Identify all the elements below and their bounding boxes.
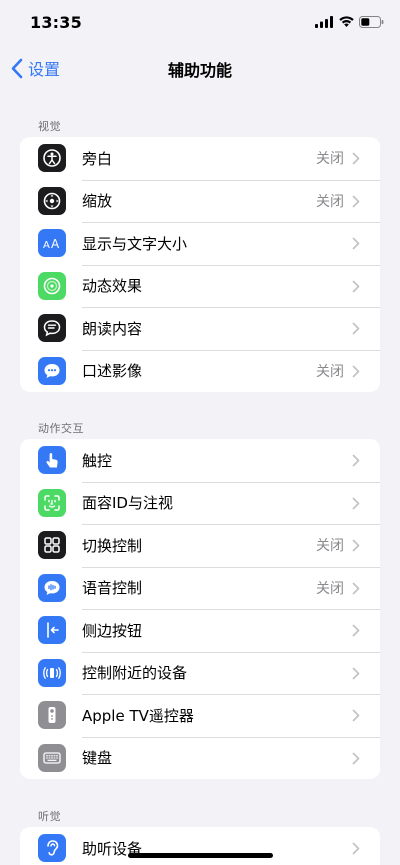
switch-control-icon — [38, 531, 66, 559]
row-touch[interactable]: 触控 — [20, 439, 380, 482]
wifi-icon — [339, 16, 354, 27]
settings-group-vision: 旁白 关闭 缩放 关闭 AA 显示与文字大小 动态效果 朗读内容 口述影像 关闭 — [20, 137, 380, 392]
cellular-signal-icon — [315, 16, 333, 28]
section-header-hearing: 听觉 — [38, 810, 61, 823]
nearby-devices-icon — [38, 658, 66, 687]
battery-icon — [359, 16, 384, 28]
row-value: 关闭 — [316, 151, 344, 168]
row-label: 口述影像 — [82, 362, 143, 381]
section-header-vision: 视觉 — [38, 120, 61, 133]
chevron-right-icon — [352, 842, 360, 855]
row-control-nearby-devices[interactable]: 控制附近的设备 — [20, 651, 380, 695]
row-voice-control[interactable]: 语音控制 关闭 — [20, 566, 380, 610]
svg-text:A: A — [43, 240, 50, 251]
row-label: 语音控制 — [82, 579, 143, 598]
keyboard-icon — [38, 743, 66, 772]
chevron-right-icon — [352, 280, 360, 292]
face-id-icon — [38, 488, 66, 517]
chevron-right-icon — [352, 195, 360, 207]
row-zoom[interactable]: 缩放 关闭 — [20, 179, 380, 223]
home-indicator[interactable] — [128, 853, 273, 858]
row-label: 触控 — [82, 451, 113, 470]
voice-control-icon — [38, 573, 66, 602]
row-apple-tv-remote[interactable]: Apple TV遥控器 — [20, 694, 380, 737]
row-switch-control[interactable]: 切换控制 关闭 — [20, 524, 380, 567]
row-face-id-attention[interactable]: 面容ID与注视 — [20, 481, 380, 525]
row-label: 显示与文字大小 — [82, 234, 188, 253]
page-title: 辅助功能 — [167, 61, 232, 80]
row-label: 键盘 — [82, 749, 113, 768]
row-label: 朗读内容 — [82, 319, 143, 338]
side-button-icon — [38, 616, 66, 644]
settings-group-interaction: 触控 面容ID与注视 切换控制 关闭 语音控制 关闭 侧边按钮 控制附近的设备 … — [20, 439, 380, 779]
row-label: 动态效果 — [82, 277, 143, 296]
chevron-right-icon — [352, 454, 360, 467]
row-motion[interactable]: 动态效果 — [20, 264, 380, 308]
row-spoken-content[interactable]: 朗读内容 — [20, 307, 380, 350]
chevron-right-icon — [352, 709, 360, 722]
chevron-right-icon — [352, 582, 360, 594]
spoken-content-icon — [38, 314, 66, 342]
settings-group-hearing: 助听设备 — [20, 827, 380, 865]
hearing-devices-icon — [38, 834, 66, 862]
chevron-right-icon — [352, 667, 360, 679]
text-size-icon: AA — [38, 229, 66, 257]
motion-icon — [38, 271, 66, 300]
svg-text:A: A — [51, 237, 60, 251]
row-hearing-devices[interactable]: 助听设备 — [20, 827, 380, 865]
row-label: 缩放 — [82, 192, 113, 211]
tv-remote-icon — [38, 701, 66, 729]
row-label: Apple TV遥控器 — [82, 706, 194, 725]
row-value: 关闭 — [316, 538, 344, 555]
chevron-right-icon — [352, 624, 360, 637]
chevron-right-icon — [352, 539, 360, 552]
row-voiceover[interactable]: 旁白 关闭 — [20, 137, 380, 180]
row-display-text-size[interactable]: AA 显示与文字大小 — [20, 222, 380, 265]
row-value: 关闭 — [316, 363, 344, 380]
row-label: 切换控制 — [82, 536, 143, 555]
row-side-button[interactable]: 侧边按钮 — [20, 609, 380, 652]
voiceover-icon — [38, 144, 66, 172]
status-bar: 13:35 — [0, 0, 400, 46]
row-label: 控制附近的设备 — [82, 664, 188, 683]
chevron-right-icon — [352, 365, 360, 377]
row-label: 侧边按钮 — [82, 621, 143, 640]
chevron-right-icon — [352, 152, 360, 165]
chevron-right-icon — [352, 497, 360, 509]
row-value: 关闭 — [316, 193, 344, 210]
row-keyboards[interactable]: 键盘 — [20, 736, 380, 780]
status-time: 13:35 — [30, 13, 82, 32]
zoom-icon — [38, 186, 66, 215]
audio-description-icon — [38, 356, 66, 385]
row-label: 面容ID与注视 — [82, 494, 173, 513]
chevron-right-icon — [352, 237, 360, 250]
row-audio-descriptions[interactable]: 口述影像 关闭 — [20, 349, 380, 393]
navigation-bar: 设置 辅助功能 — [0, 46, 400, 90]
row-value: 关闭 — [316, 580, 344, 597]
chevron-right-icon — [352, 752, 360, 764]
section-header-interaction: 动作交互 — [38, 422, 84, 435]
touch-icon — [38, 446, 66, 474]
chevron-right-icon — [352, 322, 360, 335]
row-label: 旁白 — [82, 149, 113, 168]
